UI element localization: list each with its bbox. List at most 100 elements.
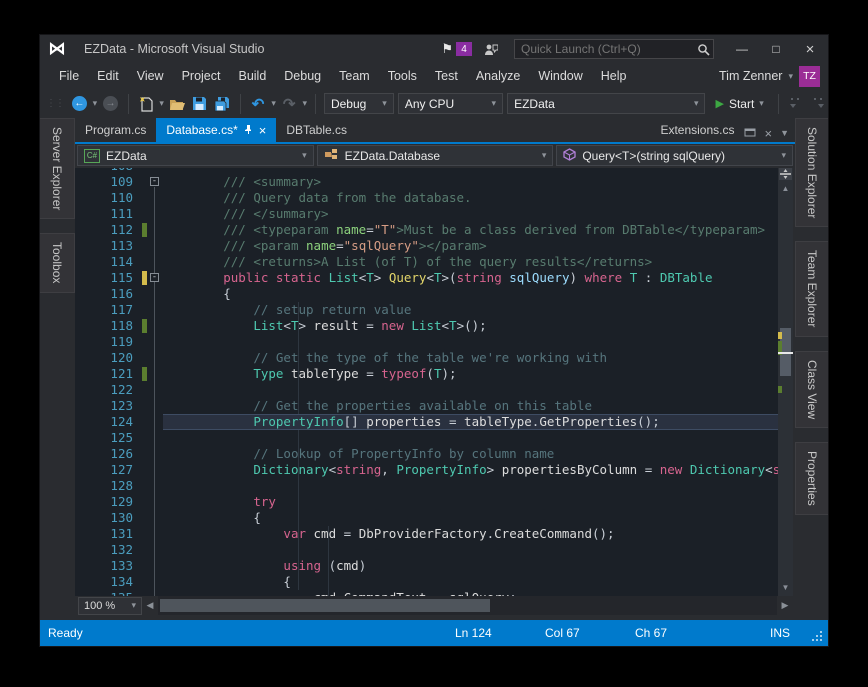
notifications-flag-icon[interactable]: ⚑ xyxy=(441,41,453,57)
scroll-up-icon[interactable]: ▲ xyxy=(778,181,793,195)
close-button[interactable]: × xyxy=(796,38,824,60)
code-line[interactable]: 120 // Get the type of the table we're w… xyxy=(75,350,778,366)
type-dropdown[interactable]: EZData.Database ▾ xyxy=(317,145,554,166)
code-editor[interactable]: 108109- /// <summary>110 /// Query data … xyxy=(75,168,778,596)
menu-test[interactable]: Test xyxy=(426,65,467,87)
code-line[interactable]: 134 { xyxy=(75,574,778,590)
save-all-icon[interactable] xyxy=(213,94,232,114)
signed-in-user[interactable]: Tim Zenner xyxy=(719,69,782,83)
scroll-down-icon[interactable]: ▼ xyxy=(778,580,793,594)
tab-dbtable-cs[interactable]: DBTable.cs xyxy=(276,118,357,142)
navigate-back-caret-icon[interactable]: ▾ xyxy=(93,98,98,109)
menu-help[interactable]: Help xyxy=(592,65,636,87)
menu-build[interactable]: Build xyxy=(229,65,275,87)
visual-studio-logo-icon: ⋈ xyxy=(40,35,74,63)
startup-project-dropdown[interactable]: EZData▾ xyxy=(507,93,705,114)
pin-tab-icon[interactable] xyxy=(244,123,253,137)
resize-grip-icon[interactable] xyxy=(810,629,824,643)
code-line[interactable]: 116 { xyxy=(75,286,778,302)
code-line[interactable]: 117 // setup return value xyxy=(75,302,778,318)
menu-team[interactable]: Team xyxy=(330,65,379,87)
line-number: 117 xyxy=(87,302,133,318)
menu-file[interactable]: File xyxy=(50,65,88,87)
tab-database-cs[interactable]: Database.cs* × xyxy=(156,118,276,142)
collapse-region-icon[interactable]: - xyxy=(150,273,159,282)
tab-extensions-cs[interactable]: Extensions.cs xyxy=(650,118,744,142)
code-line[interactable]: 114 /// <returns>A List (of T) of the qu… xyxy=(75,254,778,270)
solution-configuration-dropdown[interactable]: Debug▾ xyxy=(324,93,394,114)
class-view-tab[interactable]: Class View xyxy=(795,351,828,428)
code-line[interactable]: 129 try xyxy=(75,494,778,510)
maximize-button[interactable]: □ xyxy=(762,38,790,60)
horizontal-scroll-track[interactable] xyxy=(158,596,777,615)
code-line[interactable]: 131 var cmd = DbProviderFactory.CreateCo… xyxy=(75,526,778,542)
user-avatar[interactable]: TZ xyxy=(799,66,820,87)
collapse-region-icon[interactable]: - xyxy=(150,177,159,186)
undo-button[interactable]: ↶ xyxy=(249,94,268,114)
code-line[interactable]: 112 /// <typeparam name="T">Must be a cl… xyxy=(75,222,778,238)
scroll-left-icon[interactable]: ◀ xyxy=(142,600,158,611)
notification-count-badge[interactable]: 4 xyxy=(456,42,472,56)
project-dropdown[interactable]: C# EZData ▾ xyxy=(77,145,314,166)
code-line[interactable]: 127 Dictionary<string, PropertyInfo> pro… xyxy=(75,462,778,478)
horizontal-scroll-thumb[interactable] xyxy=(160,599,490,612)
menu-analyze[interactable]: Analyze xyxy=(467,65,529,87)
editor-splitter-handle[interactable] xyxy=(779,168,792,180)
undo-caret-icon[interactable]: ▾ xyxy=(271,98,276,109)
active-files-caret-icon[interactable]: ▼ xyxy=(780,128,789,138)
redo-caret-icon[interactable]: ▾ xyxy=(302,98,307,109)
search-icon[interactable] xyxy=(693,43,713,56)
preview-tab-icon[interactable] xyxy=(744,124,756,142)
code-line[interactable]: 121 Type tableType = typeof(T); xyxy=(75,366,778,382)
start-debugging-button[interactable]: ▶ Start ▾ xyxy=(709,97,769,111)
code-line[interactable]: 126 // Lookup of PropertyInfo by column … xyxy=(75,446,778,462)
navigate-back-button[interactable]: ← xyxy=(70,94,89,114)
menu-debug[interactable]: Debug xyxy=(275,65,330,87)
navigate-forward-button[interactable]: → xyxy=(101,94,120,114)
code-line[interactable]: 130 { xyxy=(75,510,778,526)
member-dropdown[interactable]: Query<T>(string sqlQuery) ▾ xyxy=(556,145,793,166)
solution-explorer-tab[interactable]: Solution Explorer xyxy=(795,118,828,227)
code-line[interactable]: 113 /// <param name="sqlQuery"></param> xyxy=(75,238,778,254)
quick-launch-input[interactable] xyxy=(515,42,693,56)
user-dropdown-caret-icon[interactable]: ▾ xyxy=(788,71,793,82)
close-document-icon[interactable]: × xyxy=(764,126,772,141)
new-file-caret-icon[interactable]: ▾ xyxy=(159,98,164,109)
menu-project[interactable]: Project xyxy=(173,65,230,87)
code-line[interactable]: 111 /// </summary> xyxy=(75,206,778,222)
feedback-icon[interactable] xyxy=(482,41,500,57)
menu-view[interactable]: View xyxy=(128,65,173,87)
new-file-icon[interactable] xyxy=(137,94,156,114)
status-insert-mode: INS xyxy=(770,626,790,640)
code-line[interactable]: 110 /// Query data from the database. xyxy=(75,190,778,206)
minimize-button[interactable]: — xyxy=(728,38,756,60)
menu-window[interactable]: Window xyxy=(529,65,591,87)
code-line[interactable]: 124 PropertyInfo[] properties = tableTyp… xyxy=(75,414,778,430)
tab-program-cs[interactable]: Program.cs xyxy=(75,118,156,142)
code-line[interactable]: 123 // Get the properties available on t… xyxy=(75,398,778,414)
menu-edit[interactable]: Edit xyxy=(88,65,128,87)
code-line[interactable]: 122 xyxy=(75,382,778,398)
editor-zoom-dropdown[interactable]: 100 %▾ xyxy=(78,597,142,615)
scroll-right-icon[interactable]: ▶ xyxy=(777,600,793,611)
open-file-icon[interactable] xyxy=(168,94,187,114)
redo-button[interactable]: ↷ xyxy=(280,94,299,114)
team-explorer-tab[interactable]: Team Explorer xyxy=(795,241,828,336)
toolbox-tab[interactable]: Toolbox xyxy=(40,233,75,292)
vertical-scrollbar[interactable]: ▲ ▼ xyxy=(778,168,793,596)
code-line[interactable]: 115- public static List<T> Query<T>(stri… xyxy=(75,270,778,286)
code-line[interactable]: 128 xyxy=(75,478,778,494)
code-line[interactable]: 118 List<T> result = new List<T>(); xyxy=(75,318,778,334)
save-icon[interactable] xyxy=(191,94,210,114)
code-line[interactable]: 119 xyxy=(75,334,778,350)
code-line[interactable]: 132 xyxy=(75,542,778,558)
menu-tools[interactable]: Tools xyxy=(379,65,426,87)
server-explorer-tab[interactable]: Server Explorer xyxy=(40,118,75,219)
properties-tab[interactable]: Properties xyxy=(795,442,828,515)
toolbar-grip[interactable]: ⋮⋮ xyxy=(46,98,64,109)
code-line[interactable]: 125 xyxy=(75,430,778,446)
close-tab-icon[interactable]: × xyxy=(259,123,267,138)
code-line[interactable]: 109- /// <summary> xyxy=(75,174,778,190)
solution-platform-dropdown[interactable]: Any CPU▾ xyxy=(398,93,503,114)
code-line[interactable]: 133 using (cmd) xyxy=(75,558,778,574)
